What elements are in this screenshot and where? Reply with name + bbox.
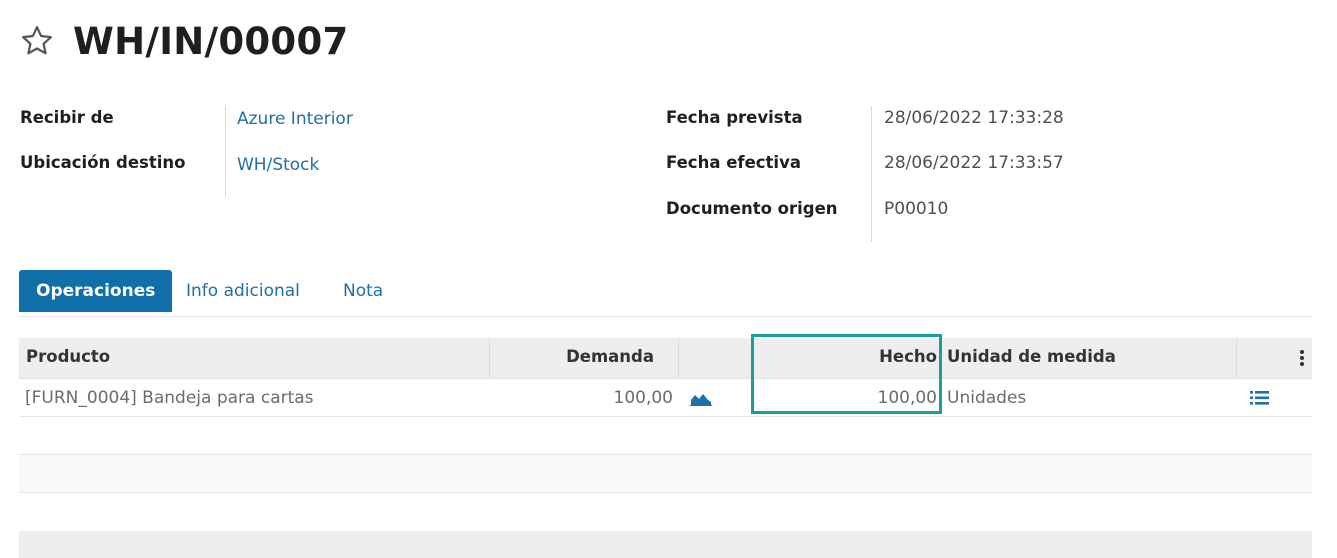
star-outline-icon[interactable]	[19, 23, 55, 59]
tab-additional-info[interactable]: Info adicional	[186, 270, 300, 312]
table-header: Producto Demanda Hecho Unidad de medida	[19, 338, 1312, 379]
cell-uom[interactable]: Unidades	[947, 379, 1026, 416]
area-chart-icon[interactable]	[690, 391, 712, 406]
vertical-dots-icon[interactable]	[1298, 349, 1306, 367]
field-divider-left	[225, 106, 226, 197]
tab-note[interactable]: Nota	[343, 270, 383, 312]
column-divider	[1236, 338, 1237, 378]
cell-demand: 100,00	[613, 388, 673, 408]
record-header: WH/IN/00007	[19, 14, 349, 68]
field-label-receive-from: Recibir de	[20, 108, 114, 127]
table-footer	[19, 531, 1312, 558]
cell-done[interactable]: 100,00	[878, 379, 937, 416]
field-divider-right	[871, 106, 872, 242]
page-title: WH/IN/00007	[73, 19, 349, 63]
field-label-source-document: Documento origen	[666, 199, 838, 218]
tab-operations[interactable]: Operaciones	[19, 270, 173, 312]
column-divider	[678, 338, 679, 378]
column-header-demand[interactable]: Demanda	[566, 338, 654, 378]
field-value-destination[interactable]: WH/Stock	[237, 155, 319, 175]
table-row[interactable]: [FURN_0004] Bandeja para cartas 100,00 1…	[19, 379, 1312, 417]
column-header-uom[interactable]: Unidad de medida	[947, 338, 1116, 378]
empty-row	[19, 417, 1312, 455]
column-header-done[interactable]: Hecho	[879, 338, 937, 378]
field-value-receive-from[interactable]: Azure Interior	[237, 109, 353, 129]
field-label-effective-date: Fecha efectiva	[666, 153, 801, 172]
field-value-scheduled-date: 28/06/2022 17:33:28	[884, 108, 1064, 128]
field-label-destination: Ubicación destino	[20, 153, 186, 172]
list-icon[interactable]	[1250, 391, 1269, 405]
column-header-product[interactable]: Producto	[26, 338, 110, 378]
field-value-effective-date: 28/06/2022 17:33:57	[884, 153, 1064, 173]
operations-table: Producto Demanda Hecho Unidad de medida …	[19, 338, 1312, 493]
empty-row	[19, 455, 1312, 493]
field-label-scheduled-date: Fecha prevista	[666, 108, 803, 127]
notebook-tabs: Operaciones Info adicional Nota	[19, 270, 1312, 317]
field-value-source-document: P00010	[884, 199, 949, 219]
column-divider	[489, 338, 490, 378]
cell-product[interactable]: [FURN_0004] Bandeja para cartas	[25, 379, 314, 416]
